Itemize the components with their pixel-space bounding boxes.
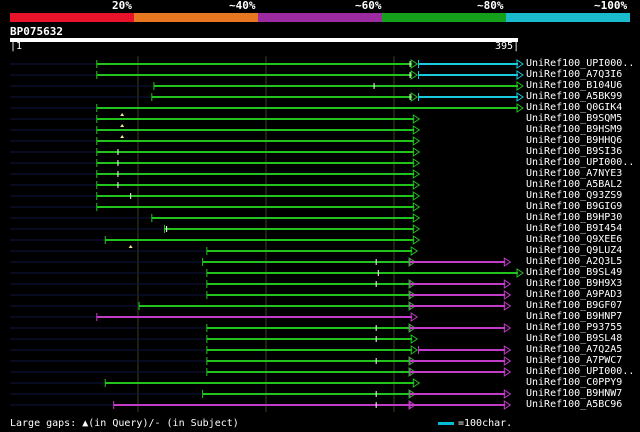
hit-row[interactable]: [10, 356, 512, 366]
hit-row[interactable]: [10, 191, 421, 201]
hit-label[interactable]: UniRef100_A9PAD3: [526, 289, 622, 300]
hit-row[interactable]: [10, 213, 421, 223]
hit-label[interactable]: UniRef100_A5BK99: [526, 91, 622, 102]
hit-label[interactable]: UniRef100_Q93ZS9: [526, 190, 622, 201]
hit-row[interactable]: [10, 312, 419, 322]
hit-label[interactable]: UniRef100_B9GIG9: [526, 201, 622, 212]
hit-row[interactable]: [10, 290, 512, 300]
hit-row[interactable]: [10, 400, 512, 410]
hit-row[interactable]: [10, 158, 421, 168]
hit-row[interactable]: [10, 180, 421, 190]
hit-row[interactable]: [10, 202, 421, 212]
scale-bar: [438, 422, 454, 425]
hit-row[interactable]: [10, 301, 512, 311]
hit-label[interactable]: UniRef100_P93755: [526, 322, 622, 333]
hit-label[interactable]: UniRef100_B9GF07: [526, 300, 622, 311]
query-gap-triangle-icon: [120, 135, 125, 138]
hit-label[interactable]: UniRef100_B9I454: [526, 223, 622, 234]
hit-label[interactable]: UniRef100_B104U6: [526, 80, 622, 91]
hit-row[interactable]: [10, 113, 421, 124]
large-gaps-legend: Large gaps: ▲(in Query)/- (in Subject): [10, 418, 239, 429]
hit-label[interactable]: UniRef100_B9HNP7: [526, 311, 622, 322]
hit-row[interactable]: [10, 257, 512, 267]
hit-row[interactable]: [10, 345, 512, 355]
hit-row[interactable]: [10, 224, 421, 234]
hit-label[interactable]: UniRef100_A5BC96: [526, 399, 622, 410]
query-gap-triangle-icon: [120, 113, 125, 116]
hit-label[interactable]: UniRef100_UPI000..: [526, 157, 634, 168]
hit-label[interactable]: UniRef100_A7NYE3: [526, 168, 622, 179]
hit-label[interactable]: UniRef100_A7PWC7: [526, 355, 622, 366]
query-gap-triangle-icon: [128, 245, 133, 248]
hit-row[interactable]: [10, 245, 419, 256]
hit-label[interactable]: UniRef100_A7Q3I6: [526, 69, 622, 80]
hit-label[interactable]: UniRef100_B9HHQ6: [526, 135, 622, 146]
hit-row[interactable]: [10, 323, 512, 333]
hit-label[interactable]: UniRef100_C0PPY9: [526, 377, 622, 388]
hit-row[interactable]: [10, 334, 419, 344]
hit-row[interactable]: [10, 367, 512, 377]
hit-row[interactable]: [10, 169, 421, 179]
scale-legend: =100char.: [458, 418, 513, 429]
hit-label[interactable]: UniRef100_B9SQM5: [526, 113, 622, 124]
hit-label[interactable]: UniRef100_B9SI36: [526, 146, 622, 157]
hit-label[interactable]: UniRef100_B9HP30: [526, 212, 622, 223]
hit-label[interactable]: UniRef100_UPI000..: [526, 58, 634, 69]
hit-label[interactable]: UniRef100_Q9LUZ4: [526, 245, 622, 256]
hit-label[interactable]: UniRef100_B9H9X3: [526, 278, 622, 289]
hit-row[interactable]: [10, 378, 421, 388]
hit-label[interactable]: UniRef100_A5BAL2: [526, 179, 622, 190]
hit-row[interactable]: [10, 279, 512, 289]
query-gap-triangle-icon: [120, 124, 125, 127]
hit-row[interactable]: [10, 235, 421, 245]
hit-row[interactable]: [10, 135, 421, 146]
hit-label[interactable]: UniRef100_Q9XEE6: [526, 234, 622, 245]
hit-row[interactable]: [10, 147, 421, 157]
hit-label[interactable]: UniRef100_A2Q3L5: [526, 256, 622, 267]
hit-label[interactable]: UniRef100_Q0GIK4: [526, 102, 622, 113]
hit-label[interactable]: UniRef100_B9SL48: [526, 333, 622, 344]
hit-row[interactable]: [10, 124, 421, 135]
hit-label[interactable]: UniRef100_B9SL49: [526, 267, 622, 278]
hit-label[interactable]: UniRef100_UPI000..: [526, 366, 634, 377]
hit-label[interactable]: UniRef100_B9HNW7: [526, 388, 622, 399]
hit-label[interactable]: UniRef100_B9HSM9: [526, 124, 622, 135]
hit-label[interactable]: UniRef100_A7Q2A5: [526, 344, 622, 355]
hit-row[interactable]: [10, 389, 512, 399]
